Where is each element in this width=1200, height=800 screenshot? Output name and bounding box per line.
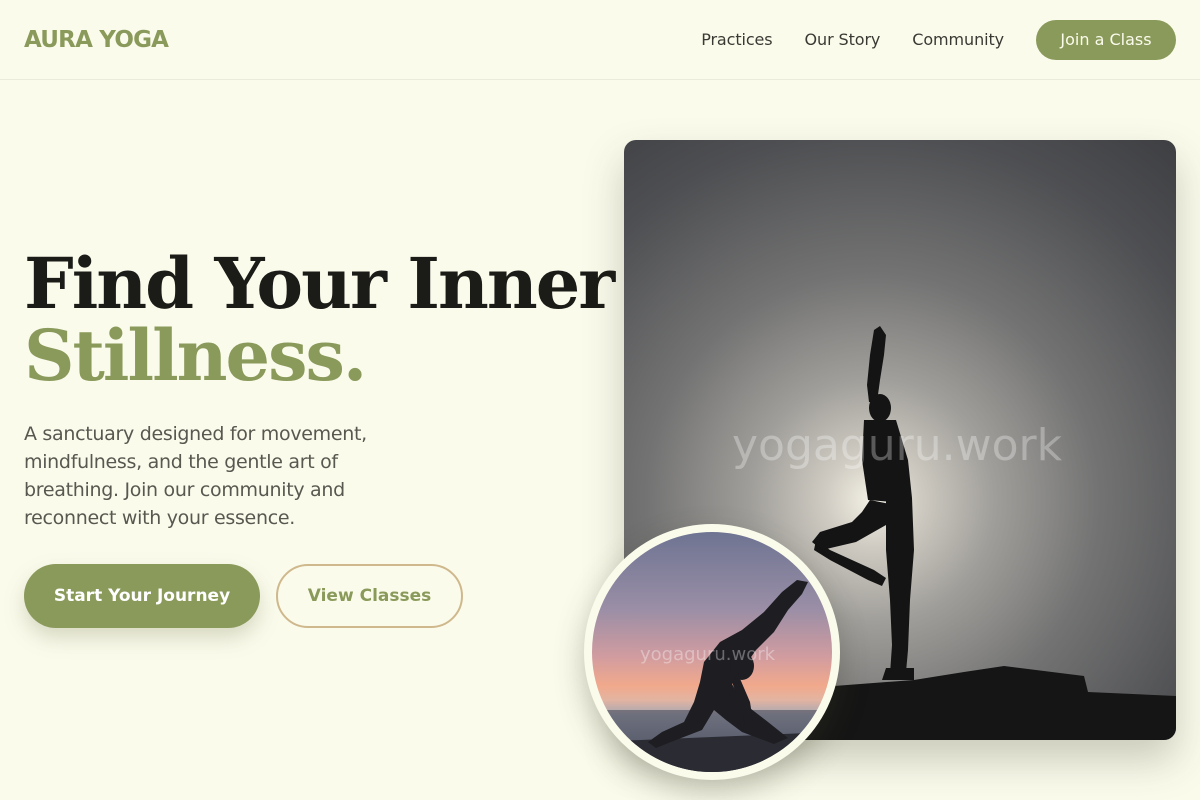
start-your-journey-button[interactable]: Start Your Journey: [24, 564, 260, 628]
join-a-class-button[interactable]: Join a Class: [1036, 19, 1176, 60]
nav-link-practices[interactable]: Practices: [701, 30, 772, 49]
hero-title-accent: Stillness.: [24, 314, 367, 397]
hero-title-line1: Find Your Inner: [24, 242, 615, 325]
inset-photo-watermark: yogaguru.work: [640, 644, 776, 665]
nav-link-community[interactable]: Community: [912, 30, 1004, 49]
inset-photo-image: yogaguru.work: [592, 532, 832, 772]
inset-circle-photo: yogaguru.work: [584, 524, 840, 780]
top-navigation-bar: AURA YOGA Practices Our Story Community …: [0, 0, 1200, 80]
hero-description: A sanctuary designed for movement, mindf…: [24, 423, 367, 529]
hero-title: Find Your Inner Stillness.: [24, 248, 615, 397]
brand-logo[interactable]: AURA YOGA: [24, 27, 169, 53]
nav-link-our-story[interactable]: Our Story: [805, 30, 881, 49]
nav-links: Practices Our Story Community Join a Cla…: [669, 19, 1176, 60]
view-classes-button[interactable]: View Classes: [276, 564, 463, 628]
main-photo-watermark: yogaguru.work: [732, 420, 1063, 471]
